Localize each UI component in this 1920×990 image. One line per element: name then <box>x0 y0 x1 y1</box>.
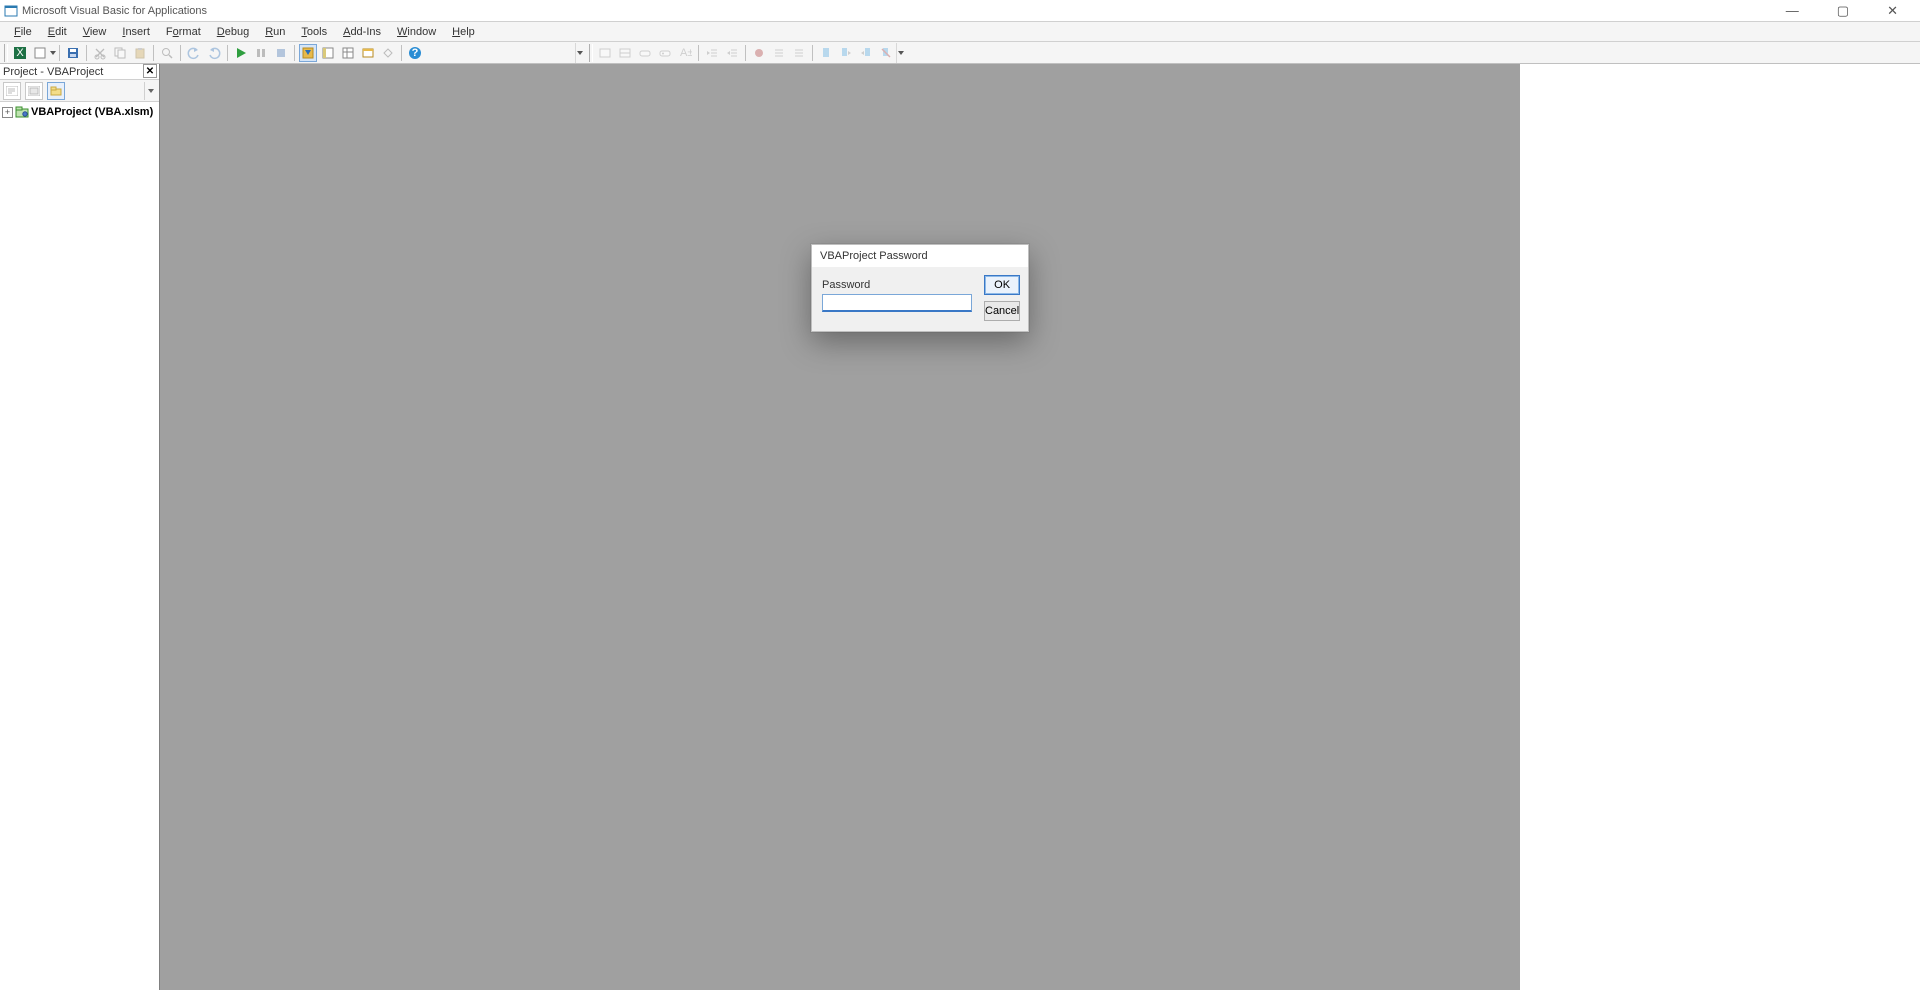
toggle-bookmark-button[interactable] <box>817 44 835 62</box>
menu-format[interactable]: Format <box>158 24 209 40</box>
menu-file[interactable]: File <box>6 24 40 40</box>
project-icon <box>15 105 29 119</box>
toolbox-button[interactable] <box>379 44 397 62</box>
separator-icon <box>180 45 181 61</box>
menu-help[interactable]: Help <box>444 24 483 40</box>
app-title: Microsoft Visual Basic for Applications <box>22 5 207 17</box>
menu-tools[interactable]: Tools <box>293 24 335 40</box>
dialog-left: Password <box>822 275 972 321</box>
project-explorer-title: Project - VBAProject <box>3 66 103 78</box>
insert-module-button[interactable] <box>31 44 49 62</box>
toggle-folders-button[interactable] <box>47 82 65 100</box>
standard-toolbar: X ? A± <box>0 42 1920 64</box>
cut-button[interactable] <box>91 44 109 62</box>
view-excel-button[interactable]: X <box>11 44 29 62</box>
insert-dropdown-icon[interactable] <box>50 44 56 62</box>
cancel-button-label: Cancel <box>985 305 1019 317</box>
ok-button-label: OK <box>994 279 1010 291</box>
list-constants-button[interactable] <box>616 44 634 62</box>
menu-edit[interactable]: Edit <box>40 24 75 40</box>
toolbar-overflow-icon[interactable] <box>896 43 904 63</box>
tree-label: VBAProject (VBA.xlsm) <box>31 106 153 118</box>
ok-button[interactable]: OK <box>984 275 1020 295</box>
password-label: Password <box>822 279 972 291</box>
maximize-button[interactable]: ▢ <box>1827 3 1859 19</box>
previous-bookmark-button[interactable] <box>857 44 875 62</box>
next-bookmark-button[interactable] <box>837 44 855 62</box>
app-icon <box>4 4 18 18</box>
close-button[interactable]: ✕ <box>1877 3 1908 19</box>
close-pane-button[interactable]: ✕ <box>143 64 157 78</box>
password-dialog: VBAProject Password Password OK Cancel <box>811 244 1029 332</box>
password-input[interactable] <box>822 294 972 312</box>
separator-icon <box>698 45 699 61</box>
run-button[interactable] <box>232 44 250 62</box>
uncomment-block-button[interactable] <box>790 44 808 62</box>
parameter-info-button[interactable] <box>656 44 674 62</box>
dialog-body: Password OK Cancel <box>812 267 1028 331</box>
indent-button[interactable] <box>703 44 721 62</box>
cancel-button[interactable]: Cancel <box>984 301 1020 321</box>
reset-button[interactable] <box>272 44 290 62</box>
separator-icon <box>812 45 813 61</box>
find-button[interactable] <box>158 44 176 62</box>
menu-run[interactable]: Run <box>257 24 293 40</box>
dialog-title: VBAProject Password <box>812 245 1028 267</box>
comment-block-button[interactable] <box>770 44 788 62</box>
save-button[interactable] <box>64 44 82 62</box>
outdent-button[interactable] <box>723 44 741 62</box>
clear-bookmarks-button[interactable] <box>877 44 895 62</box>
expand-icon[interactable]: + <box>2 107 13 118</box>
project-explorer-button[interactable] <box>319 44 337 62</box>
menu-bar: File Edit View Insert Format Debug Run T… <box>0 22 1920 42</box>
separator-icon <box>401 45 402 61</box>
svg-text:A±: A± <box>680 47 692 59</box>
menu-window[interactable]: Window <box>389 24 444 40</box>
break-button[interactable] <box>252 44 270 62</box>
quick-info-button[interactable] <box>636 44 654 62</box>
redo-button[interactable] <box>205 44 223 62</box>
list-properties-button[interactable] <box>596 44 614 62</box>
design-mode-button[interactable] <box>299 44 317 62</box>
view-object-button[interactable] <box>25 82 43 100</box>
separator-icon <box>745 45 746 61</box>
minimize-button[interactable]: — <box>1776 3 1809 19</box>
project-toolbar-dropdown-icon[interactable] <box>144 82 156 100</box>
toolbar-overflow-icon[interactable] <box>575 43 583 63</box>
project-explorer-header: Project - VBAProject ✕ <box>0 64 159 80</box>
menu-addins[interactable]: Add-Ins <box>335 24 389 40</box>
dialog-right: OK Cancel <box>984 275 1020 321</box>
menu-debug[interactable]: Debug <box>209 24 257 40</box>
paste-button[interactable] <box>131 44 149 62</box>
copy-button[interactable] <box>111 44 129 62</box>
tree-row-project[interactable]: + VBAProject (VBA.xlsm) <box>2 104 157 120</box>
separator-icon <box>86 45 87 61</box>
toggle-breakpoint-button[interactable] <box>750 44 768 62</box>
object-browser-button[interactable] <box>359 44 377 62</box>
undo-button[interactable] <box>185 44 203 62</box>
separator-icon <box>59 45 60 61</box>
project-explorer: Project - VBAProject ✕ + VBAProject (VBA… <box>0 64 160 990</box>
window-controls: — ▢ ✕ <box>1776 3 1916 19</box>
view-code-button[interactable] <box>3 82 21 100</box>
separator-icon <box>153 45 154 61</box>
menu-insert[interactable]: Insert <box>114 24 158 40</box>
toolbar-grip-icon[interactable] <box>4 44 8 62</box>
menu-view[interactable]: View <box>75 24 115 40</box>
toolbar-grip-icon[interactable] <box>589 44 593 62</box>
separator-icon <box>294 45 295 61</box>
properties-window-button[interactable] <box>339 44 357 62</box>
right-blank-area <box>1520 64 1920 990</box>
title-bar: Microsoft Visual Basic for Applications … <box>0 0 1920 22</box>
project-explorer-toolbar <box>0 80 159 102</box>
help-button[interactable]: ? <box>406 44 424 62</box>
svg-text:?: ? <box>412 47 419 59</box>
project-tree[interactable]: + VBAProject (VBA.xlsm) <box>0 102 159 990</box>
complete-word-button[interactable]: A± <box>676 44 694 62</box>
svg-text:X: X <box>16 47 24 59</box>
separator-icon <box>227 45 228 61</box>
